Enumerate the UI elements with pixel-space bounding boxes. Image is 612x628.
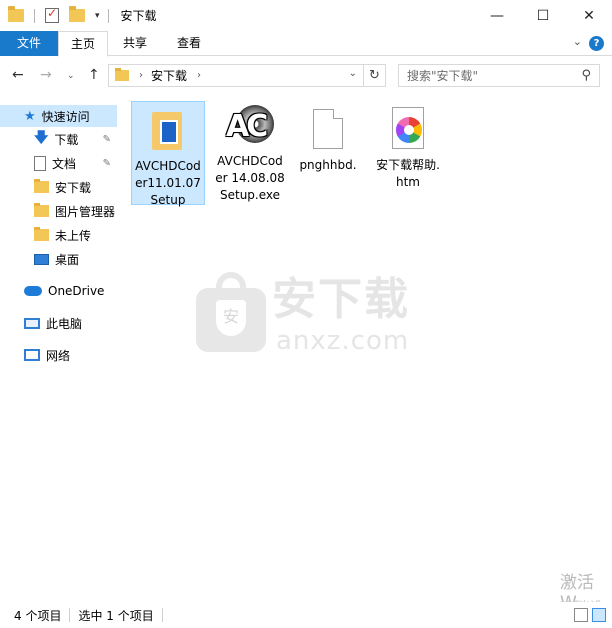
item-count: 4 个项目 (14, 608, 62, 623)
download-icon: 🡇 (34, 130, 49, 146)
file-item[interactable]: AVCHDCoder11.01.07 Setup (131, 101, 205, 207)
title-bar: ▾ 安下载 — ☐ ✕ (0, 0, 612, 31)
nav-item-not-uploaded[interactable]: 未上传 (0, 224, 117, 246)
folder-icon (115, 68, 129, 81)
up-button[interactable]: ↑ (88, 67, 100, 83)
status-divider (161, 608, 163, 622)
nav-item-label: 此电脑 (46, 316, 83, 331)
nav-item-documents[interactable]: 文档 ✎ (0, 152, 117, 174)
nav-item-label: 图片管理器 (55, 204, 116, 219)
new-folder-icon[interactable] (69, 6, 85, 22)
quick-access-toolbar: ▾ (0, 0, 119, 31)
nav-item-downloads[interactable]: 🡇 下载 ✎ (0, 128, 117, 150)
address-dropdown[interactable]: ⌄ (349, 68, 357, 79)
desktop-icon (34, 253, 49, 265)
folder-icon[interactable] (8, 6, 24, 22)
nav-item-label: 快速访问 (41, 109, 90, 124)
details-view-icon[interactable] (574, 608, 588, 622)
network-icon (24, 349, 40, 361)
ribbon-tabs: 文件 主页 共享 查看 ⌄ ? (0, 31, 612, 57)
toolbar-divider (107, 8, 109, 23)
blank-file-icon (313, 109, 343, 149)
file-item[interactable]: AC AVCHDCoder 14.08.08 Setup.exe (213, 101, 287, 204)
recent-locations-dropdown[interactable]: ⌄ (67, 71, 75, 81)
nav-item-onedrive[interactable]: OneDrive (0, 280, 117, 302)
breadcrumb-separator[interactable]: › (139, 70, 143, 81)
file-item[interactable]: pnghhbd. (291, 101, 365, 174)
htm-file-icon (392, 107, 424, 149)
navigation-pane: ★ 快速访问 🡇 下载 ✎ 文档 ✎ 安下载 图片管理器 未上传 桌面 OneD… (0, 95, 117, 600)
site-watermark: 安 安下载 anxz.com (196, 270, 426, 360)
cloud-icon (24, 286, 42, 296)
status-bar: 4 个项目 选中 1 个项目 (0, 602, 612, 628)
search-icon[interactable]: ⚲ (581, 68, 591, 83)
ribbon-expand-icon[interactable]: ⌄ (573, 35, 582, 48)
shopping-bag-icon: 安 (196, 272, 266, 352)
pin-icon: ✎ (102, 133, 111, 145)
file-name: 安下载帮助.htm (376, 158, 440, 189)
view-switcher (574, 608, 606, 622)
file-name: AVCHDCoder11.01.07 Setup (135, 159, 201, 207)
nav-item-label: OneDrive (48, 284, 105, 298)
computer-icon (24, 317, 40, 329)
folder-icon (34, 227, 49, 241)
maximize-button[interactable]: ☐ (520, 0, 566, 31)
toolbar-divider (34, 8, 35, 23)
back-button[interactable]: ← (12, 67, 24, 83)
nav-quick-access[interactable]: ★ 快速访问 (0, 105, 117, 127)
folder-icon (34, 203, 49, 217)
nav-item-label: 安下载 (55, 180, 92, 195)
file-item[interactable]: 安下载帮助.htm (371, 101, 445, 191)
breadcrumb-separator[interactable]: › (197, 70, 201, 81)
search-placeholder: 搜索"安下载" (407, 69, 479, 83)
refresh-button[interactable]: ↻ (364, 64, 386, 87)
file-name: AVCHDCoder 14.08.08 Setup.exe (215, 154, 285, 202)
status-divider (69, 608, 71, 622)
nav-item-label: 文档 (52, 156, 77, 171)
nav-item-label: 未上传 (55, 228, 92, 243)
nav-item-desktop[interactable]: 桌面 (0, 248, 117, 270)
address-row: ← → ⌄ ↑ › 安下载 › ⌄ ↻ 搜索"安下载" ⚲ (0, 57, 612, 95)
window-controls: — ☐ ✕ (474, 0, 612, 31)
help-icon[interactable]: ? (589, 36, 604, 51)
nav-item-network[interactable]: 网络 (0, 344, 117, 366)
nav-item-label: 下载 (54, 132, 79, 147)
avchd-app-icon: AC (226, 103, 274, 151)
close-button[interactable]: ✕ (566, 0, 612, 31)
tab-view[interactable]: 查看 (164, 31, 214, 56)
customize-toolbar-dropdown[interactable]: ▾ (95, 11, 100, 21)
pin-icon: ✎ (102, 157, 111, 169)
star-icon: ★ (24, 108, 36, 124)
watermark-badge: 安 (216, 300, 246, 336)
file-name: pnghhbd. (299, 158, 357, 172)
folder-icon (34, 179, 49, 193)
installer-icon (148, 106, 188, 152)
window-title: 安下载 (120, 9, 157, 23)
selection-count: 选中 1 个项目 (78, 608, 154, 623)
nav-item-anxz[interactable]: 安下载 (0, 176, 117, 198)
large-icons-view-icon[interactable] (592, 608, 606, 622)
address-bar[interactable]: › 安下载 › ⌄ (108, 64, 364, 87)
watermark-title: 安下载 (272, 274, 410, 325)
nav-item-label: 桌面 (55, 252, 80, 267)
nav-item-image-manager[interactable]: 图片管理器 (0, 200, 117, 222)
breadcrumb-item[interactable]: 安下载 (151, 67, 187, 84)
tab-home[interactable]: 主页 (58, 31, 108, 57)
tab-file[interactable]: 文件 (0, 31, 58, 56)
forward-button[interactable]: → (40, 67, 52, 83)
search-input[interactable]: 搜索"安下载" ⚲ (398, 64, 600, 87)
properties-icon[interactable] (45, 6, 59, 23)
tab-share[interactable]: 共享 (112, 31, 158, 56)
minimize-button[interactable]: — (474, 0, 520, 31)
nav-item-this-pc[interactable]: 此电脑 (0, 312, 117, 334)
document-icon (34, 155, 46, 171)
nav-item-label: 网络 (46, 348, 71, 363)
watermark-domain: anxz.com (276, 326, 410, 356)
